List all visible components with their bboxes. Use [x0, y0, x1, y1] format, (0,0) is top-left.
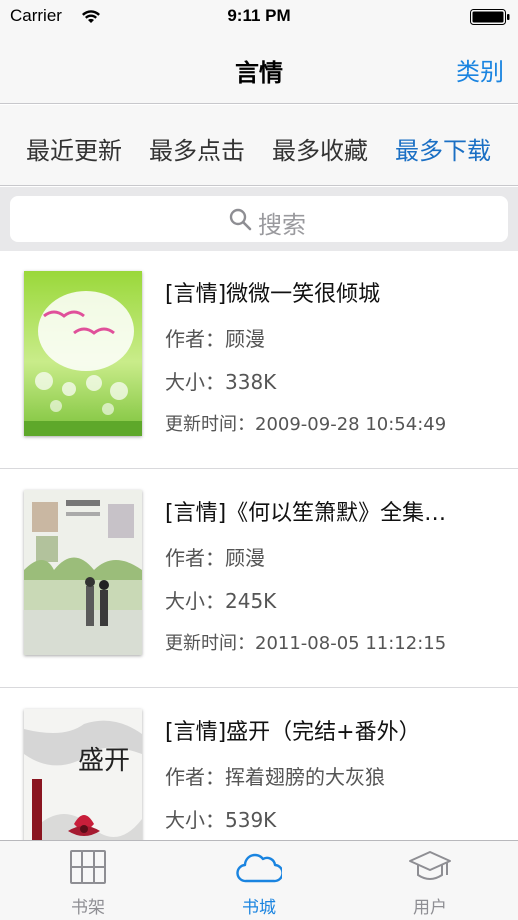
- book-author: 作者：顾漫: [165, 327, 265, 351]
- book-size: 大小：245K: [165, 589, 277, 613]
- book-title: [言情]《何以笙箫默》全集…: [165, 501, 447, 526]
- tab-most-downloads[interactable]: 最多下载: [395, 131, 491, 166]
- tab-bookshelf[interactable]: 书架: [2, 841, 174, 920]
- page-title: 言情: [235, 59, 283, 87]
- tab-most-clicks[interactable]: 最多点击: [149, 131, 245, 166]
- tab-user[interactable]: 用户: [344, 841, 516, 920]
- book-updated-time: 更新时间：2011-08-05 11:12:15: [165, 633, 447, 654]
- book-size: 大小：338K: [165, 370, 277, 394]
- search-bar: 搜索: [0, 187, 518, 251]
- book-title: [言情]盛开（完结+番外）: [165, 720, 421, 745]
- status-time: 9:11 PM: [227, 6, 291, 25]
- book-author: 作者：挥着翅膀的大灰狼: [165, 765, 385, 789]
- book-list[interactable]: [言情]微微一笑很倾城 作者：顾漫 大小：338K 更新时间：2009-09-2…: [0, 251, 518, 840]
- book-cover: [24, 271, 142, 436]
- book-cover: 盛开: [24, 709, 142, 840]
- graduation-cap-icon: [409, 851, 451, 880]
- book-row[interactable]: [言情]《何以笙箫默》全集… 作者：顾漫 大小：245K 更新时间：2011-0…: [0, 470, 518, 688]
- book-author: 作者：顾漫: [165, 546, 265, 570]
- cover-title-text: 盛开: [78, 746, 130, 776]
- book-row[interactable]: [言情]微微一笑很倾城 作者：顾漫 大小：338K 更新时间：2009-09-2…: [0, 251, 518, 469]
- search-input[interactable]: 搜索: [10, 196, 508, 242]
- tab-bookstore[interactable]: 书城: [173, 841, 345, 920]
- category-button[interactable]: 类别: [456, 52, 504, 87]
- bookshelf-icon: [70, 850, 106, 884]
- book-size: 大小：539K: [165, 808, 277, 832]
- tab-label: 书架: [71, 898, 105, 918]
- tab-bar: 书架 书城 用户: [0, 840, 518, 920]
- navigation-bar: 言情 类别: [0, 36, 518, 104]
- tab-label: 用户: [413, 898, 447, 918]
- battery-icon: [470, 9, 510, 25]
- book-updated-time: 更新时间：2009-09-28 10:54:49: [165, 414, 447, 435]
- search-icon: [229, 208, 252, 231]
- tab-recent-updates[interactable]: 最近更新: [26, 131, 122, 166]
- book-cover: [24, 490, 142, 655]
- sort-filter-bar: 最近更新 最多点击 最多收藏 最多下载: [0, 105, 518, 186]
- tab-most-favorites[interactable]: 最多收藏: [272, 131, 368, 166]
- book-title: [言情]微微一笑很倾城: [165, 282, 381, 307]
- cloud-icon: [236, 853, 282, 883]
- search-placeholder: 搜索: [258, 211, 306, 239]
- status-bar: Carrier 9:11 PM: [0, 0, 518, 36]
- book-row[interactable]: 盛开 [言情]盛开（完结+番外） 作者：挥着翅膀的大灰狼 大小：539K: [0, 689, 518, 840]
- tab-label: 书城: [242, 898, 276, 918]
